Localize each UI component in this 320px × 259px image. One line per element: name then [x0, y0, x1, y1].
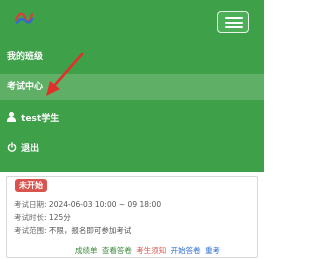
exam-scope-value: 不限，报名即可参加考试	[48, 226, 132, 235]
link-retake[interactable]: 重考	[205, 246, 220, 255]
exam-date-label: 考试日期:	[14, 200, 47, 209]
annotation-arrow-icon	[46, 52, 84, 96]
exam-duration-label: 考试时长:	[14, 213, 47, 222]
exam-date-value: 2024-06-03 10:00 ~ 09 18:00	[48, 200, 162, 209]
top-navbar	[0, 0, 264, 42]
link-exam-notice[interactable]: 考生须知	[136, 246, 166, 255]
link-view-answers[interactable]: 查看答卷	[102, 246, 132, 255]
hamburger-menu-icon[interactable]	[217, 11, 249, 33]
exam-date-row: 考试日期: 2024-06-03 10:00 ~ 09 18:00	[14, 199, 161, 210]
menu-item-label: test学生	[21, 114, 60, 124]
link-start-exam[interactable]: 开始答卷	[171, 246, 201, 255]
link-transcript[interactable]: 成绩单	[75, 246, 98, 255]
menu-item-label: 我的班级	[7, 52, 44, 62]
exam-scope-row: 考试范围: 不限，报名即可参加考试	[14, 225, 131, 236]
menu-item-label: 考试中心	[7, 82, 44, 92]
menu-bar-line	[225, 17, 243, 19]
exam-card: 未开始 考试日期: 2024-06-03 10:00 ~ 09 18:00 考试…	[6, 176, 258, 258]
user-icon	[7, 112, 17, 122]
menu-bar-line	[225, 21, 243, 24]
menu-item-label: 退出	[21, 144, 40, 154]
menu-bar-line	[225, 26, 243, 28]
power-icon	[7, 142, 17, 152]
menu-item-logout[interactable]: 退出	[0, 136, 264, 162]
menu-item-user[interactable]: test学生	[0, 106, 264, 132]
exam-duration-row: 考试时长: 125分	[14, 212, 71, 223]
exam-duration-value: 125分	[48, 213, 71, 222]
exam-scope-label: 考试范围:	[14, 226, 47, 235]
exam-actions: 成绩单 查看答卷 考生须知 开始答卷 重考	[75, 245, 222, 256]
status-badge: 未开始	[15, 179, 47, 192]
app-logo-icon[interactable]	[14, 8, 34, 28]
